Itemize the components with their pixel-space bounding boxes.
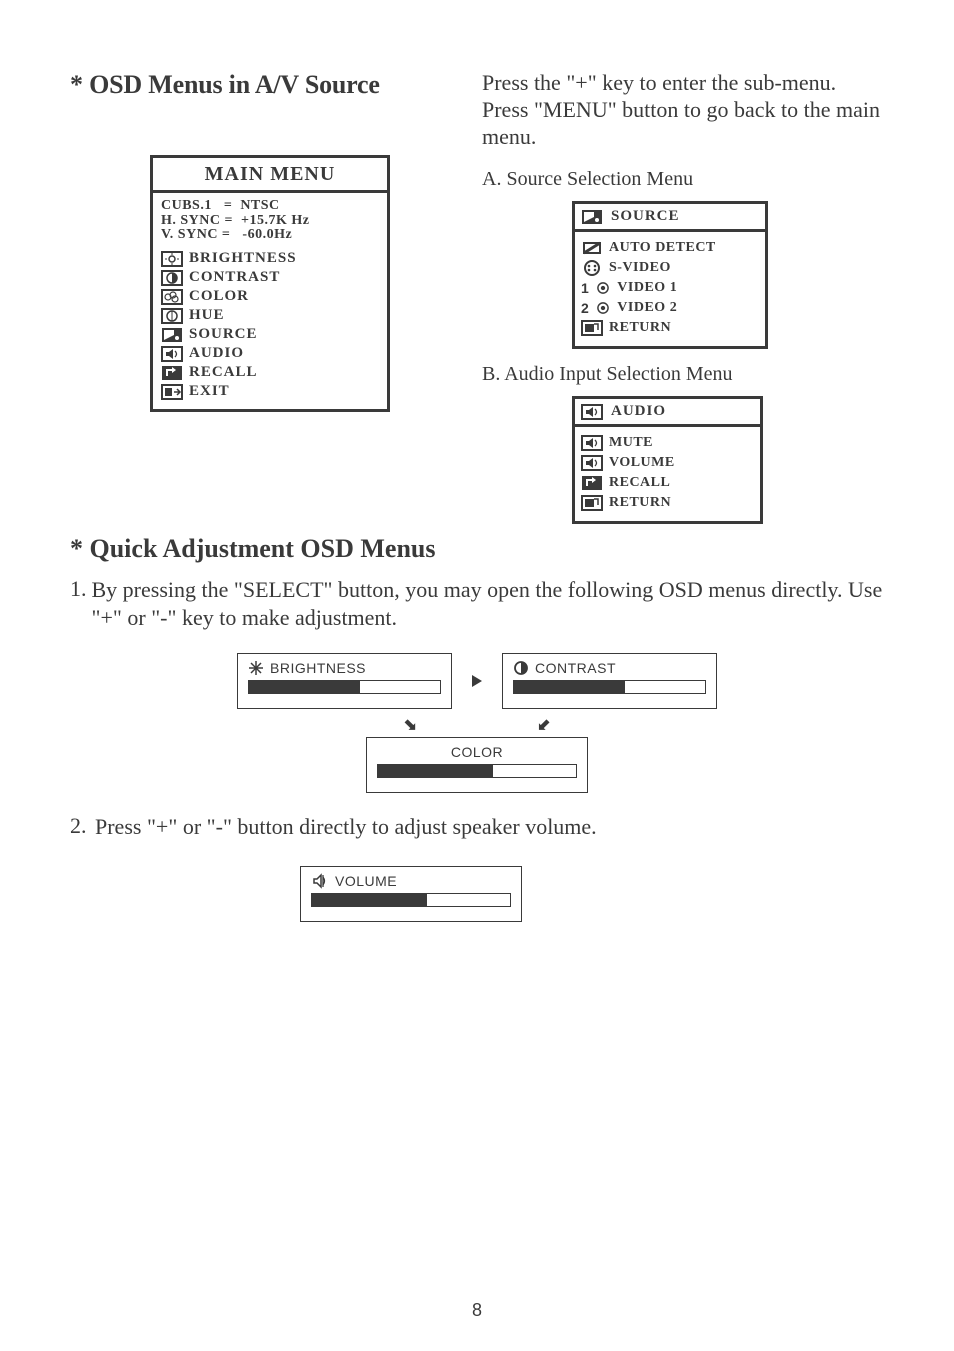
audio-item-mute: MUTE (581, 433, 754, 453)
menu-item-contrast: CONTRAST (161, 268, 379, 287)
submenu-title: AUDIO (611, 403, 666, 420)
audio-icon (581, 404, 603, 420)
source-item-video2: 2 VIDEO 2 (581, 298, 759, 318)
osd-av-title: * OSD Menus in A/V Source (70, 70, 472, 100)
autodetect-icon (581, 240, 603, 256)
arrow-down-left-icon: ⬊ (404, 715, 417, 731)
source-icon (581, 209, 603, 225)
step2-num: 2. (70, 813, 90, 851)
menu-item-source: SOURCE (161, 325, 379, 344)
intro-text: Press the "+" key to enter the sub-menu.… (482, 70, 884, 150)
audio-item-recall: RECALL (581, 473, 754, 493)
video1-icon (595, 280, 611, 296)
item-label: VIDEO 1 (617, 280, 677, 296)
arrow-down-right-icon: ⬋ (537, 715, 550, 731)
audio-submenu: AUDIO MUTE VOLUME RECALL (572, 396, 763, 524)
exit-icon (161, 384, 183, 400)
volume-fill (312, 894, 427, 906)
audio-icon (161, 346, 183, 362)
contrast-box: CONTRAST (502, 653, 717, 709)
menu-label: CONTRAST (189, 269, 280, 286)
brightness-box: BRIGHTNESS (237, 653, 452, 709)
volume-box: VOLUME (300, 866, 522, 922)
contrast-icon (161, 270, 183, 286)
audio-item-volume: VOLUME (581, 453, 754, 473)
brightness-fill (249, 681, 360, 693)
color-fill (378, 765, 493, 777)
color-box: COLOR (366, 737, 588, 793)
item-label: AUTO DETECT (609, 240, 716, 256)
menu-label: SOURCE (189, 326, 258, 343)
item-label: S-VIDEO (609, 260, 671, 276)
main-menu-box: MAIN MENU CUBS.1 = NTSC H. SYNC = +15.7K… (150, 155, 390, 412)
step2-text: Press "+" or "-" button directly to adju… (95, 813, 597, 841)
item-label: VOLUME (609, 455, 675, 471)
recall-icon (581, 475, 603, 491)
menu-label: AUDIO (189, 345, 244, 362)
source-item-autodetect: AUTO DETECT (581, 238, 759, 258)
source-item-video1: 1 VIDEO 1 (581, 278, 759, 298)
item-label: MUTE (609, 435, 653, 451)
color-icon (161, 289, 183, 305)
source-item-return: RETURN (581, 318, 759, 338)
menu-item-color: COLOR (161, 287, 379, 306)
page-number: 8 (0, 1300, 954, 1321)
a-label: A. Source Selection Menu (482, 168, 884, 191)
item-label: VIDEO 2 (617, 300, 677, 316)
item-label: RECALL (609, 475, 670, 491)
menu-label: EXIT (189, 383, 230, 400)
item-label: RETURN (609, 320, 671, 336)
video2-icon (595, 300, 611, 316)
step1-text: By pressing the "SELECT" button, you may… (92, 576, 885, 631)
b-label: B. Audio Input Selection Menu (482, 363, 884, 386)
quick-adjust-diagram: BRIGHTNESS CONTRAST ⬊ ⬋ COLOR (237, 653, 717, 793)
menu-label: HUE (189, 307, 225, 324)
menu-item-exit: EXIT (161, 382, 379, 401)
volume-icon (581, 455, 603, 471)
source-submenu: SOURCE AUTO DETECT S-VIDEO 1 VIDEO 1 (572, 201, 768, 349)
box-label: BRIGHTNESS (270, 660, 366, 676)
return-icon (581, 495, 603, 511)
arrow-right-icon (472, 675, 482, 687)
contrast-fill (514, 681, 625, 693)
menu-item-hue: HUE (161, 306, 379, 325)
menu-label: COLOR (189, 288, 249, 305)
box-label: COLOR (451, 744, 503, 760)
svideo-icon (581, 260, 603, 276)
main-menu-title: MAIN MENU (150, 155, 390, 190)
menu-item-recall: RECALL (161, 363, 379, 382)
speaker-icon (311, 873, 329, 889)
source-icon (161, 327, 183, 343)
quick-adjust-title: * Quick Adjustment OSD Menus (70, 534, 884, 564)
menu-item-audio: AUDIO (161, 344, 379, 363)
item-label: RETURN (609, 495, 671, 511)
return-icon (581, 320, 603, 336)
source-item-svideo: S-VIDEO (581, 258, 759, 278)
recall-icon (161, 365, 183, 381)
box-label: CONTRAST (535, 660, 616, 676)
box-label: VOLUME (335, 873, 397, 889)
prefix-1: 1 (581, 280, 589, 296)
submenu-title: SOURCE (611, 208, 680, 225)
prefix-2: 2 (581, 300, 589, 316)
contrast-icon (513, 660, 529, 676)
menu-label: BRIGHTNESS (189, 250, 297, 267)
mute-icon (581, 435, 603, 451)
audio-item-return: RETURN (581, 493, 754, 513)
step1-num: 1. (70, 576, 87, 653)
brightness-icon (161, 251, 183, 267)
menu-label: RECALL (189, 364, 258, 381)
sync-info: CUBS.1 = NTSC H. SYNC = +15.7K Hz V. SYN… (161, 199, 379, 243)
menu-item-brightness: BRIGHTNESS (161, 249, 379, 268)
hue-icon (161, 308, 183, 324)
brightness-icon (248, 660, 264, 676)
